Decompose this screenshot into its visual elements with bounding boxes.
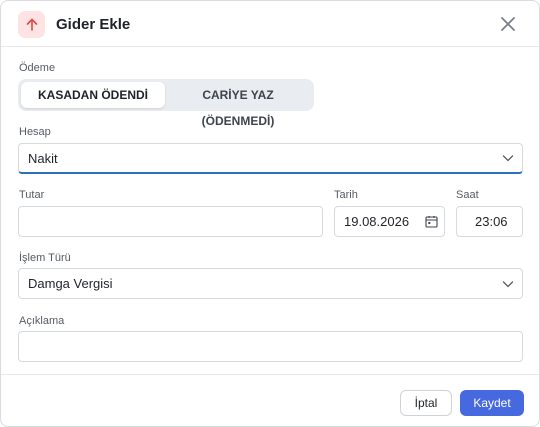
description-label: Açıklama (19, 315, 65, 327)
chevron-down-icon (502, 280, 514, 287)
dialog-footer: İptal Kaydet (1, 374, 539, 426)
transaction-type-select[interactable]: Damga Vergisi (18, 268, 523, 299)
cancel-button[interactable]: İptal (400, 390, 452, 416)
time-label: Saat (456, 189, 479, 201)
account-value: Nakit (28, 150, 58, 166)
date-input[interactable]: 19.08.2026 (334, 206, 445, 237)
date-label: Tarih (334, 189, 358, 201)
amount-label: Tutar (19, 189, 45, 201)
amount-input[interactable] (18, 206, 323, 237)
save-button[interactable]: Kaydet (460, 390, 524, 416)
dialog-header: Gider Ekle (1, 1, 539, 47)
payment-label: Ödeme (19, 62, 56, 74)
account-label: Hesap (19, 126, 51, 138)
calendar-icon[interactable] (425, 215, 438, 228)
time-input[interactable]: 23:06 (456, 206, 523, 237)
account-select[interactable]: Nakit (18, 143, 523, 174)
add-expense-dialog: Gider Ekle Ödeme KASADAN ÖDENDİ CARİYE Y… (0, 0, 540, 427)
chevron-down-icon (502, 155, 514, 162)
arrow-up-icon (18, 11, 45, 38)
dialog-title: Gider Ekle (56, 16, 131, 33)
time-value: 23:06 (475, 214, 508, 229)
description-input[interactable] (18, 331, 523, 362)
transaction-type-value: Damga Vergisi (28, 276, 113, 291)
transaction-type-label: İşlem Türü (19, 252, 71, 264)
date-value: 19.08.2026 (344, 214, 410, 229)
payment-toggle: KASADAN ÖDENDİ CARİYE YAZ (ÖDENMEDİ) (18, 79, 314, 128)
payment-option-charge-to-account[interactable]: CARİYE YAZ (ÖDENMEDİ) (165, 82, 311, 128)
close-icon[interactable] (497, 13, 519, 35)
payment-option-paid-from-cash[interactable]: KASADAN ÖDENDİ (21, 82, 165, 108)
